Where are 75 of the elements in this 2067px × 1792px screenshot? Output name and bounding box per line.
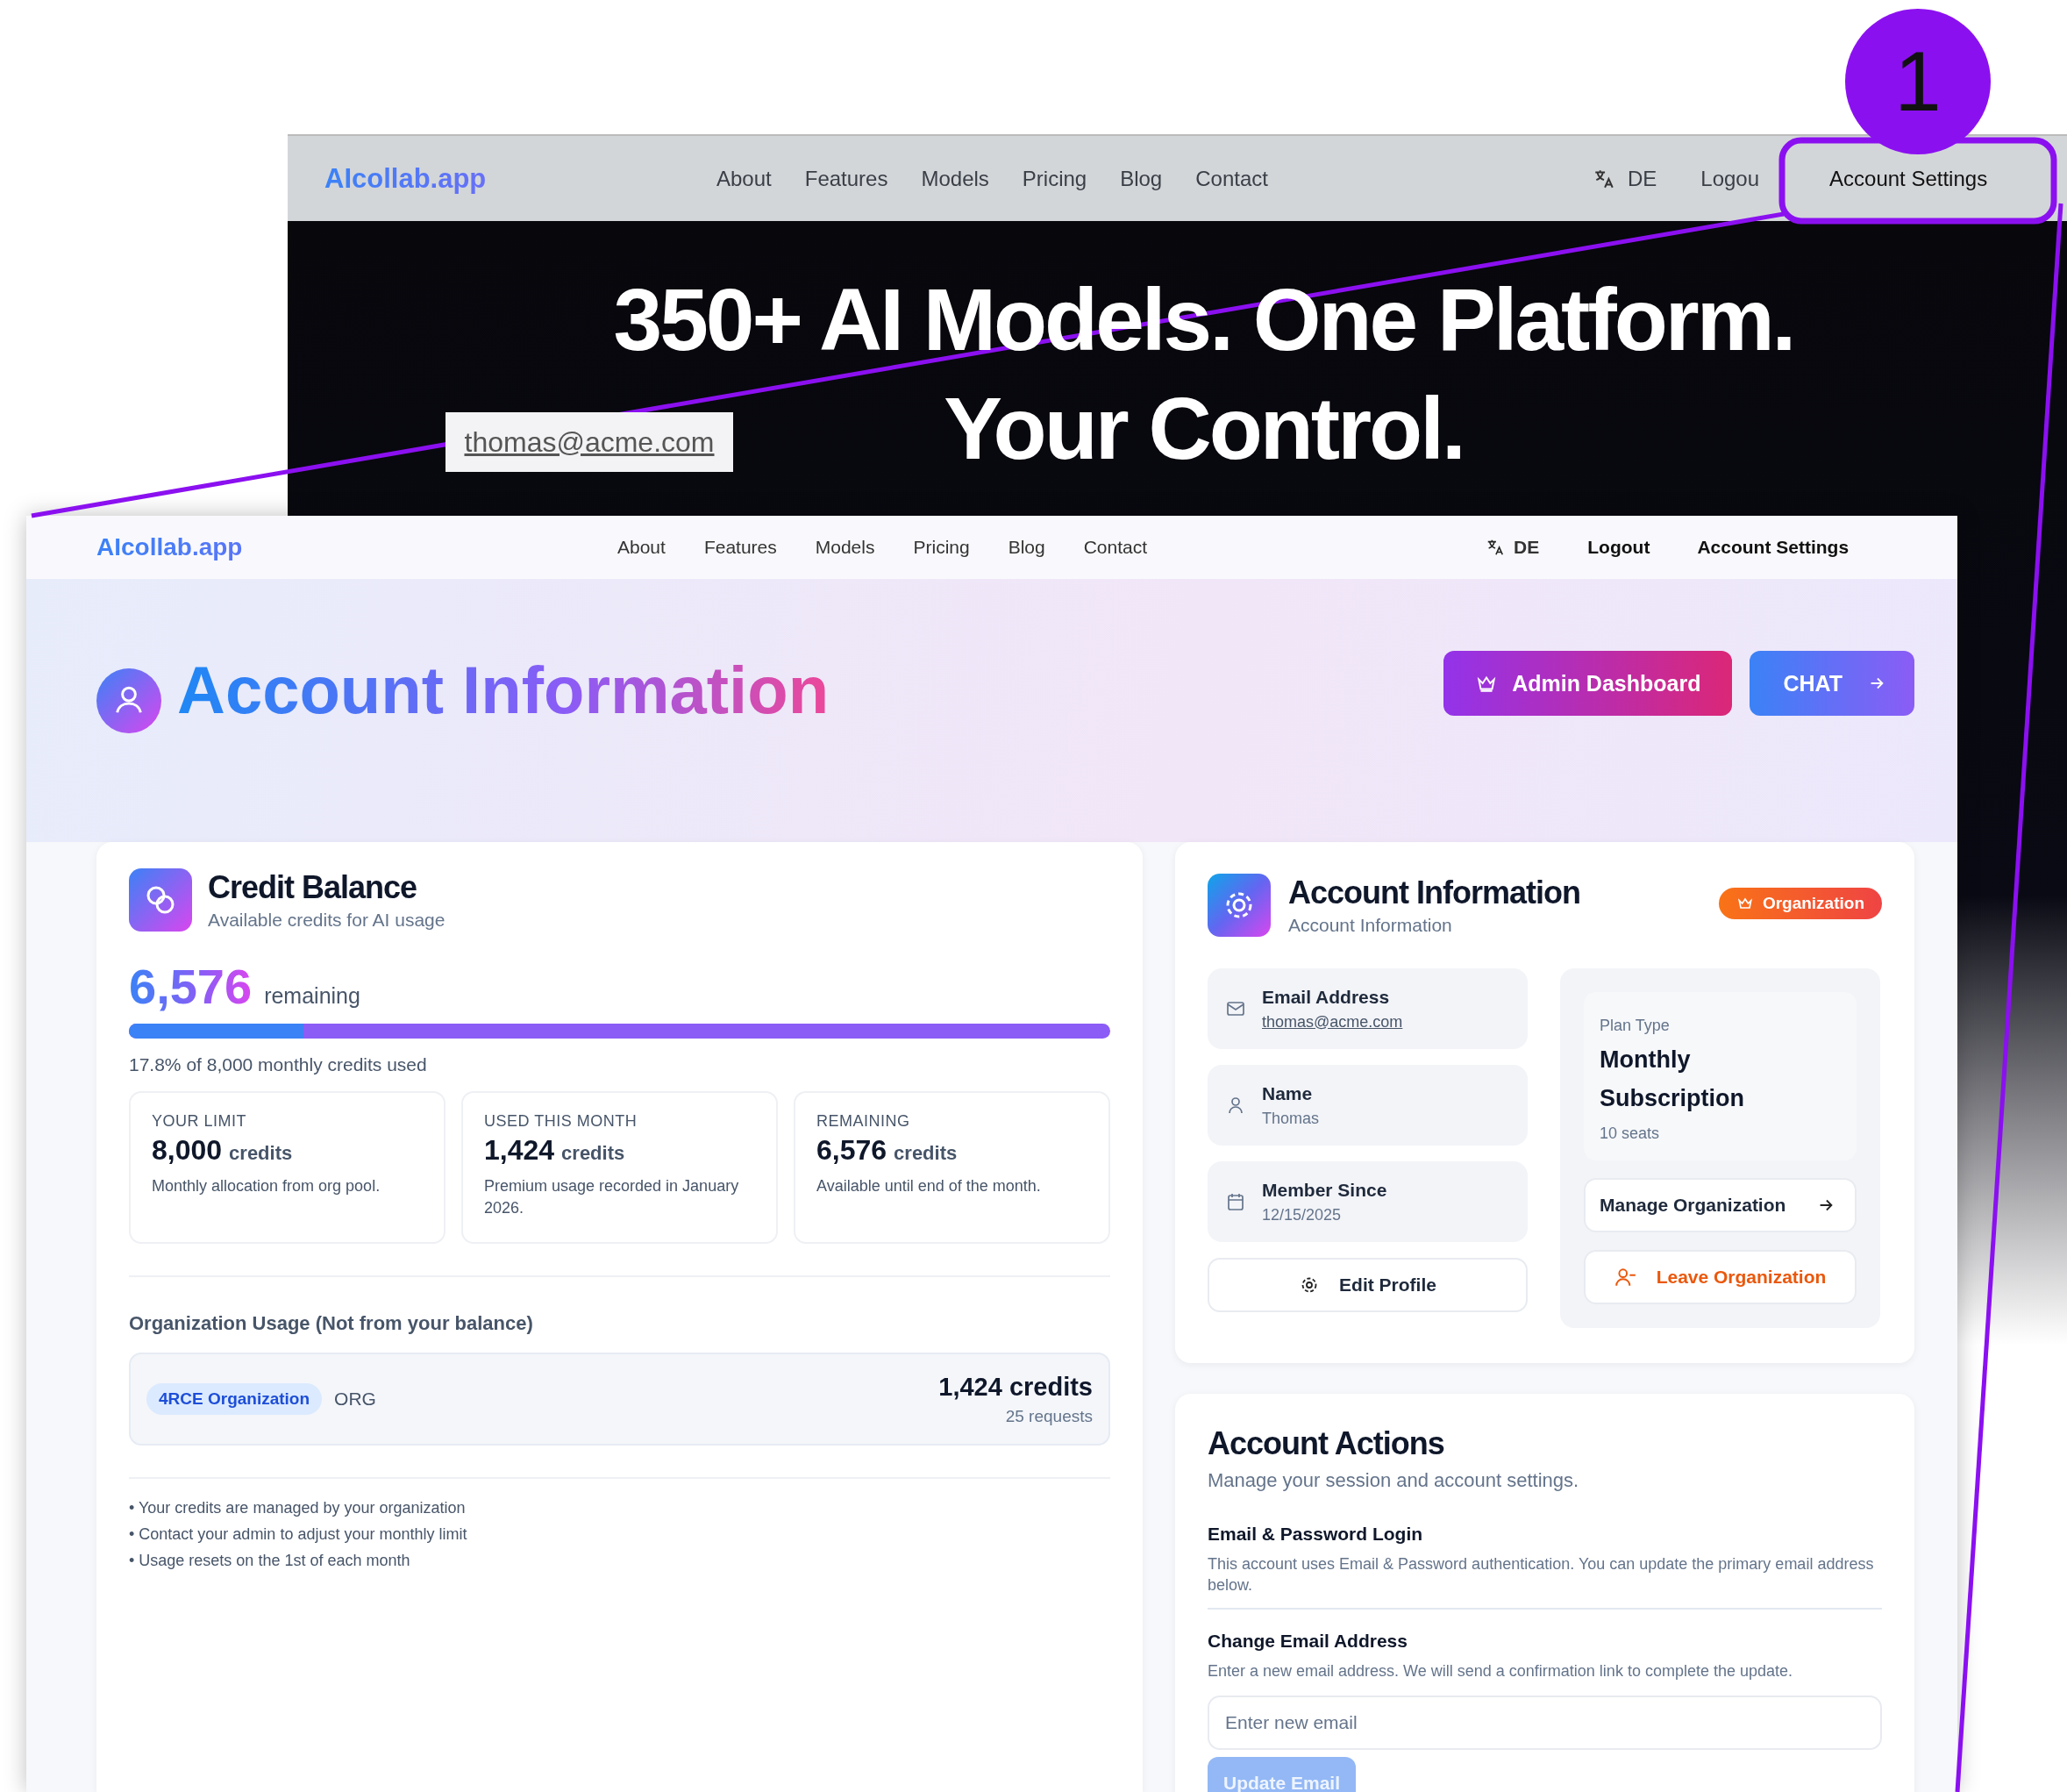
stat-label: YOUR LIMIT (152, 1112, 247, 1131)
user-avatar-icon (96, 668, 161, 733)
logout-link[interactable]: Logou (1700, 166, 1760, 191)
info-note: • Usage resets on the 1st of each month (129, 1551, 411, 1571)
settings-icon (1208, 874, 1271, 937)
card-subtitle: Available credits for AI usage (208, 910, 445, 931)
stat-label: USED THIS MONTH (484, 1112, 638, 1131)
chat-button[interactable]: CHAT (1750, 651, 1914, 716)
nav-link[interactable]: Features (804, 166, 888, 191)
nav-link[interactable]: Contact (1195, 166, 1268, 191)
step-number-marker: 1 (1845, 9, 1991, 154)
nav-link[interactable]: About (716, 166, 772, 191)
card-subtitle: Manage your session and account settings. (1208, 1469, 1580, 1492)
translate-icon[interactable] (1486, 538, 1506, 557)
hero-heading: Your Control. (944, 378, 1464, 479)
stat-value: 8,000 (152, 1134, 223, 1167)
plan-seats: 10 seats (1600, 1124, 1841, 1143)
card-title: Account Actions (1208, 1425, 1445, 1462)
field-label: Name (1262, 1082, 1314, 1104)
info-note: • Your credits are managed by your organization (129, 1498, 467, 1518)
nav-link[interactable]: Contact (1083, 537, 1148, 558)
stat-value: 1,424 (484, 1134, 555, 1167)
section-title: Change Email Address (1208, 1631, 1408, 1652)
stat-unit: credits (229, 1142, 293, 1165)
stat-value: 6,576 (816, 1134, 887, 1167)
nav-link[interactable]: Models (815, 537, 875, 558)
organization-requests: 25 requests (1005, 1406, 1093, 1426)
manage-organization-button[interactable]: Manage Organization (1584, 1178, 1857, 1232)
language-link[interactable]: DE (1514, 537, 1540, 558)
coins-icon (129, 868, 192, 932)
organization-type: ORG (334, 1389, 376, 1410)
organization-tag: 4RCE Organization (146, 1383, 323, 1415)
email-callout-label: thomas@acme.com (445, 412, 733, 472)
nav-link[interactable]: Features (703, 537, 777, 558)
stat-label: REMAINING (816, 1112, 911, 1131)
email-link[interactable]: thomas@acme.com (1262, 1012, 1403, 1032)
field-value: 12/15/2025 (1262, 1205, 1343, 1224)
section-description: Enter a new email address. We will send a confirmation link to complete the update. (1208, 1661, 1793, 1681)
stat-unit: credits (894, 1142, 958, 1165)
field-label: Member Since (1262, 1179, 1387, 1201)
user-minus-icon (1614, 1266, 1637, 1289)
account-settings-link[interactable]: Account Settings (1697, 537, 1850, 558)
edit-profile-button[interactable]: Edit Profile (1208, 1258, 1528, 1312)
card-subtitle: Account Information (1288, 915, 1453, 936)
plan-name: Monthly Subscription (1600, 1046, 1745, 1113)
field-value: Thomas (1262, 1109, 1320, 1128)
usage-caption: 17.8% of 8,000 monthly credits used (129, 1054, 428, 1075)
card-title: Account Information (1288, 875, 1580, 911)
nav-link[interactable]: Blog (1008, 537, 1045, 558)
leave-organization-button[interactable]: Leave Organization (1584, 1250, 1857, 1304)
admin-dashboard-button[interactable]: Admin Dashboard (1443, 651, 1733, 716)
calendar-icon (1225, 1191, 1246, 1212)
stat-note: Monthly allocation from org pool. (152, 1176, 381, 1196)
logout-link[interactable]: Logout (1587, 537, 1650, 558)
nav-link[interactable]: About (617, 537, 666, 558)
section-description: This account uses Email & Password authentication. You can update the primary email address below. (1208, 1554, 1875, 1596)
plan-label: Plan Type (1600, 1017, 1671, 1035)
info-note: • Contact your admin to adjust your monthly limit (129, 1524, 468, 1545)
nav-link[interactable]: Blog (1120, 166, 1163, 191)
card-title: Credit Balance (208, 869, 418, 906)
account-settings-link[interactable]: Account Settings (1829, 166, 1988, 191)
nav-link[interactable]: Pricing (913, 537, 970, 558)
field-label: Email Address (1262, 986, 1391, 1008)
remaining-label: remaining (264, 983, 360, 1009)
new-email-field[interactable]: Enter new email (1208, 1696, 1882, 1750)
stat-unit: credits (561, 1142, 625, 1165)
nav-link[interactable]: Models (921, 166, 989, 191)
stat-note: Premium usage recorded in January 2026. (484, 1176, 740, 1218)
stat-note: Available until end of the month. (816, 1176, 1042, 1196)
organization-credits: 1,424 credits (938, 1372, 1093, 1402)
nav-link[interactable]: Pricing (1022, 166, 1087, 191)
organization-badge: Organization (1718, 888, 1882, 919)
section-heading: Organization Usage (Not from your balance) (129, 1312, 534, 1335)
section-title: Email & Password Login (1208, 1524, 1424, 1545)
language-link[interactable]: DE (1627, 166, 1657, 191)
